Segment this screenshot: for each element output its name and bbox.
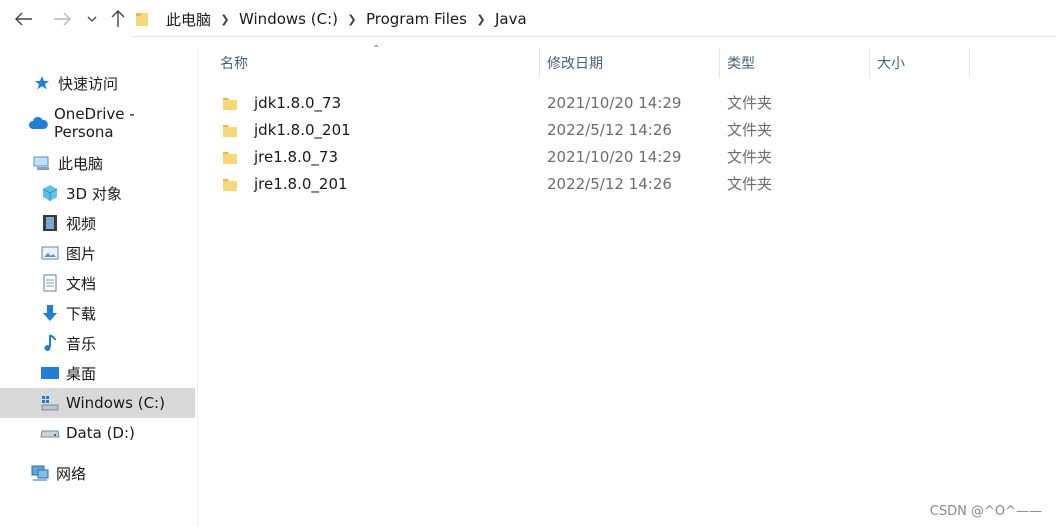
file-name: jdk1.8.0_201 <box>254 120 351 139</box>
chevron-right-icon[interactable]: ❯ <box>215 13 235 26</box>
sidebar-item-label: OneDrive - Persona <box>54 105 135 141</box>
column-header-date[interactable]: 修改日期 <box>539 48 719 78</box>
column-header-name[interactable]: 名称 <box>212 48 538 78</box>
column-divider[interactable] <box>969 48 970 78</box>
breadcrumb-program-files[interactable]: Program Files <box>362 10 471 28</box>
column-header-type[interactable]: 类型 <box>719 48 869 78</box>
sidebar-item-videos[interactable]: 视频 <box>0 208 195 238</box>
chevron-right-icon[interactable]: ❯ <box>342 13 362 26</box>
address-bar: 此电脑 ❯ Windows (C:) ❯ Program Files ❯ Java <box>0 0 1056 38</box>
sidebar-item-documents[interactable]: 文档 <box>0 268 195 298</box>
folder-icon <box>223 97 237 110</box>
address-divider <box>132 36 1056 37</box>
breadcrumb-this-pc[interactable]: 此电脑 <box>162 0 215 38</box>
sidebar-item-network[interactable]: 网络 <box>0 458 195 488</box>
file-name: jre1.8.0_73 <box>254 147 338 166</box>
cube-icon <box>40 183 60 203</box>
document-icon <box>40 273 60 293</box>
sidebar-item-label: 3D 对象 <box>66 184 122 203</box>
arrow-left-icon <box>15 12 32 26</box>
sidebar-item-downloads[interactable]: 下载 <box>0 298 195 328</box>
file-row[interactable]: jre1.8.0_201 2022/5/12 14:26 文件夹 <box>216 170 966 197</box>
sidebar-item-label: 此电脑 <box>58 154 104 173</box>
sidebar-item-label: 图片 <box>66 244 97 263</box>
sidebar-item-this-pc[interactable]: 此电脑 <box>0 148 195 178</box>
file-row[interactable]: jdk1.8.0_73 2021/10/20 14:29 文件夹 <box>216 89 966 116</box>
file-date: 2022/5/12 14:26 <box>547 174 672 193</box>
sidebar-item-label: 下载 <box>66 304 97 323</box>
sidebar-item-quick-access[interactable]: 快速访问 <box>0 68 195 98</box>
drive-icon <box>40 423 60 443</box>
desktop-icon <box>40 363 60 383</box>
sidebar-item-label: Data (D:) <box>66 424 135 442</box>
navigation-pane: 快速访问 OneDrive - Persona 此电脑 3D 对象 视频 图片 … <box>0 48 198 527</box>
column-header-row: ⌃ 名称 修改日期 类型 大小 <box>198 44 1056 78</box>
file-type: 文件夹 <box>727 148 773 166</box>
chevron-down-icon <box>87 16 97 22</box>
picture-icon <box>40 243 60 263</box>
download-arrow-icon <box>40 303 60 323</box>
sidebar-item-3d-objects[interactable]: 3D 对象 <box>0 178 195 208</box>
watermark: CSDN @^O^—— <box>929 504 1042 519</box>
windows-drive-icon <box>40 393 60 413</box>
arrow-right-icon <box>54 12 71 26</box>
film-icon <box>40 213 60 233</box>
sidebar-item-desktop[interactable]: 桌面 <box>0 358 195 388</box>
sidebar-item-drive-d[interactable]: Data (D:) <box>0 418 195 448</box>
folder-icon <box>223 178 237 191</box>
sidebar-item-label: 文档 <box>66 274 97 293</box>
folder-icon <box>223 151 237 164</box>
computer-icon <box>32 153 52 173</box>
sidebar-item-pictures[interactable]: 图片 <box>0 238 195 268</box>
file-row[interactable]: jdk1.8.0_201 2022/5/12 14:26 文件夹 <box>216 116 966 143</box>
file-type: 文件夹 <box>727 94 773 112</box>
column-header-size[interactable]: 大小 <box>869 48 969 78</box>
sidebar-item-label: 网络 <box>56 464 87 483</box>
forward-button[interactable] <box>50 6 74 32</box>
music-note-icon <box>40 333 60 353</box>
star-icon <box>32 73 52 93</box>
file-type: 文件夹 <box>727 175 773 193</box>
folder-icon <box>223 124 237 137</box>
file-date: 2021/10/20 14:29 <box>547 147 682 166</box>
sidebar-item-onedrive[interactable]: OneDrive - Persona <box>0 105 195 141</box>
breadcrumb: 此电脑 ❯ Windows (C:) ❯ Program Files ❯ Java <box>136 0 531 38</box>
sidebar-item-label: 快速访问 <box>58 74 119 93</box>
sidebar-item-music[interactable]: 音乐 <box>0 328 195 358</box>
file-date: 2022/5/12 14:26 <box>547 120 672 139</box>
sidebar-item-label: 音乐 <box>66 334 97 353</box>
sidebar-item-drive-c[interactable]: Windows (C:) <box>0 388 195 418</box>
breadcrumb-java[interactable]: Java <box>491 10 531 28</box>
network-icon <box>30 463 50 483</box>
file-name: jdk1.8.0_73 <box>254 93 342 112</box>
folder-icon <box>136 13 148 26</box>
sidebar-item-label: 视频 <box>66 214 97 233</box>
file-row[interactable]: jre1.8.0_73 2021/10/20 14:29 文件夹 <box>216 143 966 170</box>
recent-locations-button[interactable] <box>84 6 100 32</box>
file-name: jre1.8.0_201 <box>254 174 348 193</box>
chevron-right-icon[interactable]: ❯ <box>471 13 491 26</box>
breadcrumb-drive-c[interactable]: Windows (C:) <box>235 10 342 28</box>
up-button[interactable] <box>107 6 129 32</box>
arrow-up-icon <box>111 10 125 27</box>
cloud-icon <box>28 113 48 133</box>
sidebar-item-label: 桌面 <box>66 364 97 383</box>
file-date: 2021/10/20 14:29 <box>547 93 682 112</box>
sidebar-item-label: Windows (C:) <box>66 394 165 412</box>
file-type: 文件夹 <box>727 121 773 139</box>
back-button[interactable] <box>12 6 36 32</box>
